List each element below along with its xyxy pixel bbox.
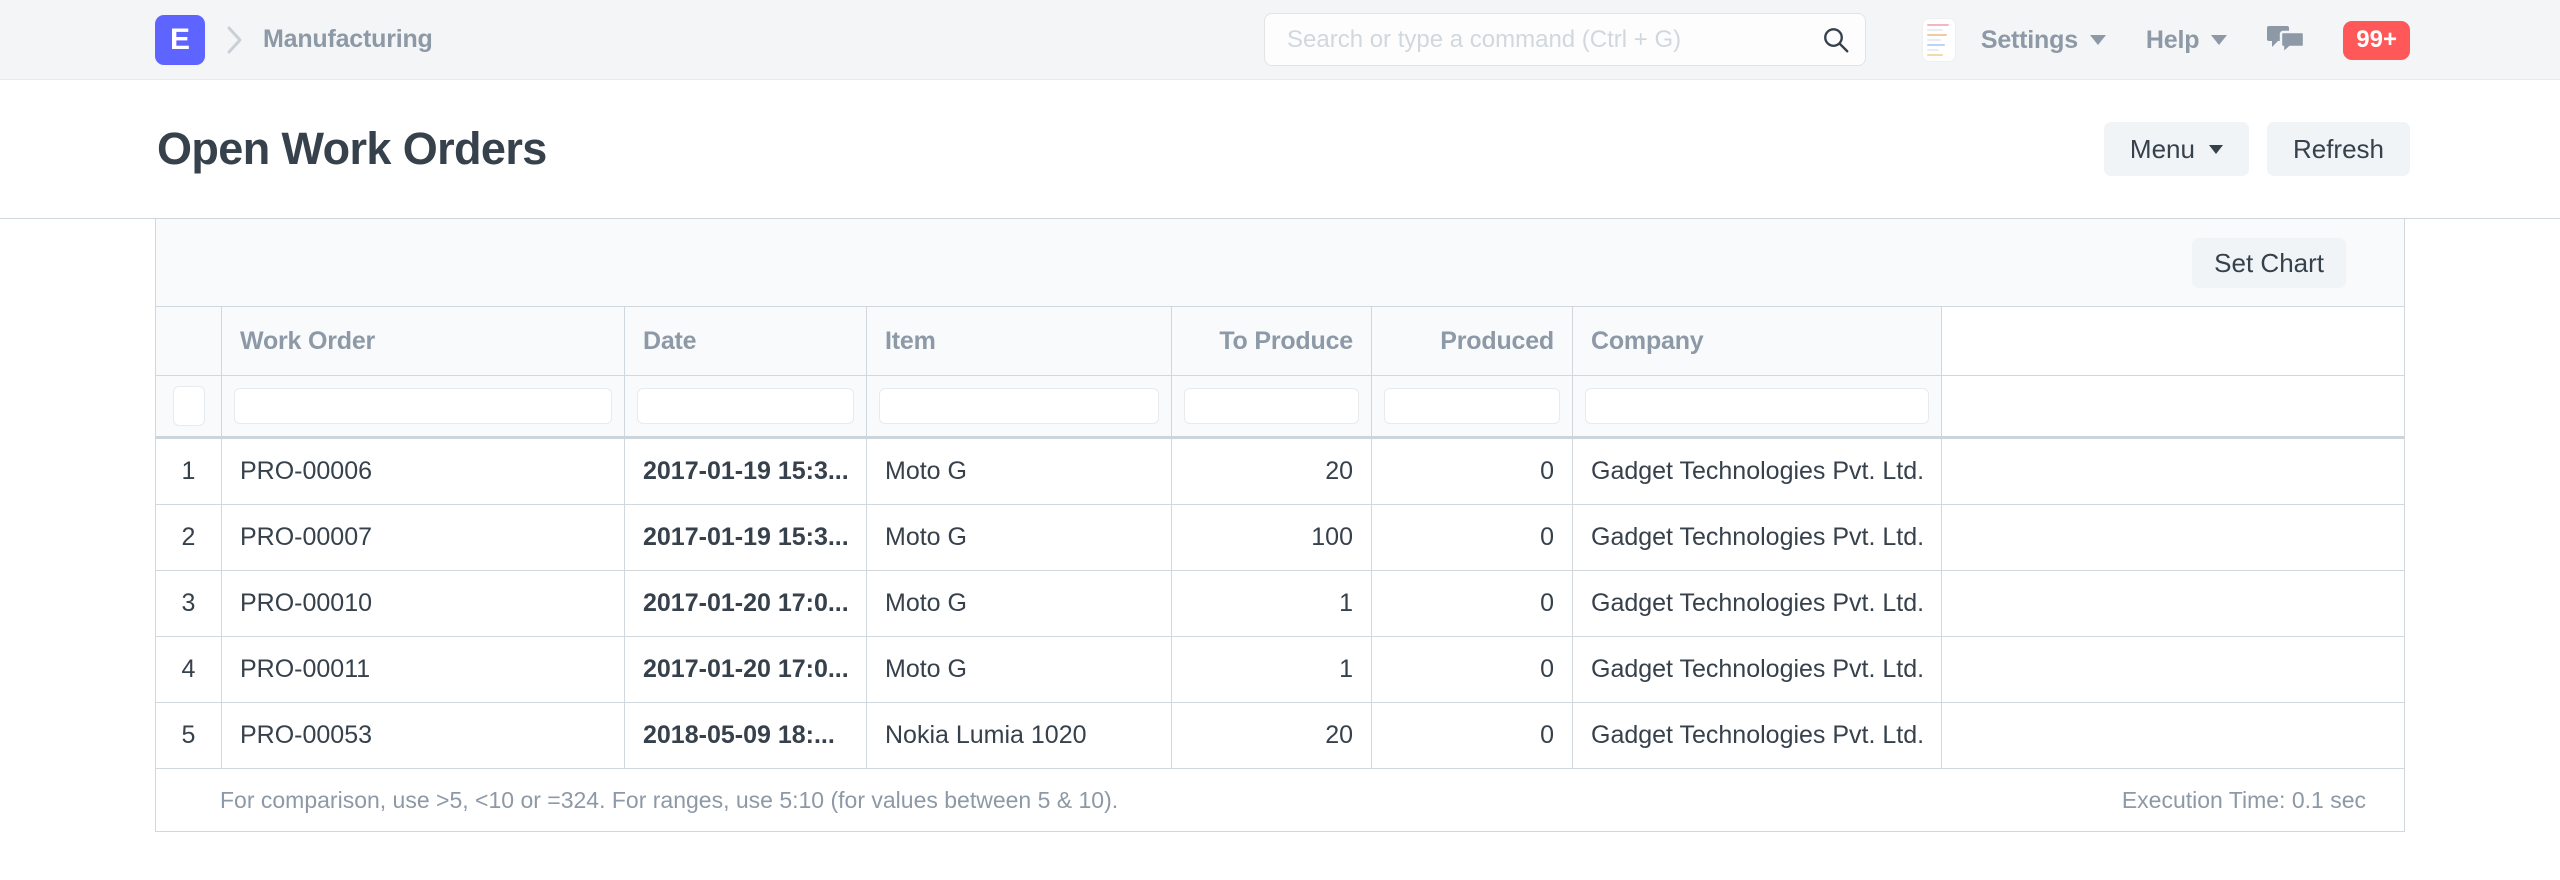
column-header-work-order[interactable]: Work Order bbox=[222, 307, 625, 375]
filter-hint-text: For comparison, use >5, <10 or =324. For… bbox=[156, 787, 1118, 814]
chevron-down-icon bbox=[2090, 35, 2106, 45]
user-avatar-thumbnail[interactable] bbox=[1923, 19, 1955, 61]
column-header-produced[interactable]: Produced bbox=[1372, 307, 1573, 375]
report-footer: For comparison, use >5, <10 or =324. For… bbox=[156, 769, 2404, 831]
breadcrumb-manufacturing[interactable]: Manufacturing bbox=[263, 25, 433, 54]
cell-work-order[interactable]: PRO-00010 bbox=[222, 571, 625, 636]
cell-index: 2 bbox=[156, 505, 222, 570]
cell-date: 2017-01-20 17:0... bbox=[625, 637, 867, 702]
cell-produced: 0 bbox=[1372, 571, 1573, 636]
column-header-blank bbox=[1942, 307, 2404, 375]
column-header-to-produce[interactable]: To Produce bbox=[1172, 307, 1372, 375]
menu-button[interactable]: Menu bbox=[2104, 122, 2249, 176]
cell-to-produce: 20 bbox=[1172, 703, 1372, 768]
cell-work-order[interactable]: PRO-00006 bbox=[222, 439, 625, 504]
page-title: Open Work Orders bbox=[0, 123, 547, 175]
cell-item[interactable]: Nokia Lumia 1020 bbox=[867, 703, 1172, 768]
cell-company[interactable]: Gadget Technologies Pvt. Ltd. bbox=[1573, 571, 1942, 636]
cell-date: 2017-01-19 15:3... bbox=[625, 505, 867, 570]
top-navbar: E Manufacturing Settings Help bbox=[0, 0, 2560, 80]
cell-to-produce: 1 bbox=[1172, 637, 1372, 702]
table-row[interactable]: 2 PRO-00007 2017-01-19 15:3... Moto G 10… bbox=[156, 505, 2404, 571]
settings-dropdown[interactable]: Settings bbox=[1981, 26, 2106, 55]
report-area: Set Chart Work Order Date Item To Produc… bbox=[0, 219, 2560, 832]
table-row[interactable]: 1 PRO-00006 2017-01-19 15:3... Moto G 20… bbox=[156, 439, 2404, 505]
cell-date: 2017-01-20 17:0... bbox=[625, 571, 867, 636]
report-toolbar: Set Chart bbox=[156, 219, 2404, 307]
cell-blank bbox=[1942, 439, 2404, 504]
page-header: Open Work Orders Menu Refresh bbox=[0, 80, 2560, 219]
table-row[interactable]: 4 PRO-00011 2017-01-20 17:0... Moto G 1 … bbox=[156, 637, 2404, 703]
global-search[interactable] bbox=[1264, 13, 1866, 66]
refresh-button[interactable]: Refresh bbox=[2267, 122, 2410, 176]
cell-company[interactable]: Gadget Technologies Pvt. Ltd. bbox=[1573, 703, 1942, 768]
cell-item[interactable]: Moto G bbox=[867, 637, 1172, 702]
cell-index: 5 bbox=[156, 703, 222, 768]
chevron-down-icon bbox=[2209, 145, 2223, 154]
column-header-index bbox=[156, 307, 222, 375]
report-container: Set Chart Work Order Date Item To Produc… bbox=[155, 219, 2405, 832]
chevron-down-icon bbox=[2211, 35, 2227, 45]
cell-work-order[interactable]: PRO-00011 bbox=[222, 637, 625, 702]
cell-produced: 0 bbox=[1372, 637, 1573, 702]
table-row[interactable]: 5 PRO-00053 2018-05-09 18:... Nokia Lumi… bbox=[156, 703, 2404, 769]
page-header-actions: Menu Refresh bbox=[2104, 122, 2410, 176]
column-header-item[interactable]: Item bbox=[867, 307, 1172, 375]
navbar-right-actions: Settings Help 99+ bbox=[1923, 0, 2410, 80]
cell-produced: 0 bbox=[1372, 439, 1573, 504]
report-grid: Work Order Date Item To Produce Produced… bbox=[156, 307, 2404, 769]
comments-icon[interactable] bbox=[2267, 23, 2305, 57]
cell-produced: 0 bbox=[1372, 703, 1573, 768]
filter-input-produced[interactable] bbox=[1384, 388, 1560, 424]
cell-date: 2017-01-19 15:3... bbox=[625, 439, 867, 504]
notification-badge[interactable]: 99+ bbox=[2343, 21, 2410, 60]
help-dropdown[interactable]: Help bbox=[2146, 26, 2227, 55]
cell-work-order[interactable]: PRO-00053 bbox=[222, 703, 625, 768]
filter-input-item[interactable] bbox=[879, 388, 1159, 424]
app-logo[interactable]: E bbox=[155, 15, 205, 65]
cell-company[interactable]: Gadget Technologies Pvt. Ltd. bbox=[1573, 505, 1942, 570]
filter-input-index[interactable] bbox=[173, 386, 205, 426]
cell-index: 1 bbox=[156, 439, 222, 504]
table-row[interactable]: 3 PRO-00010 2017-01-20 17:0... Moto G 1 … bbox=[156, 571, 2404, 637]
menu-label: Menu bbox=[2130, 136, 2195, 162]
filter-input-work-order[interactable] bbox=[234, 388, 612, 424]
filter-blank bbox=[1942, 376, 2404, 436]
cell-company[interactable]: Gadget Technologies Pvt. Ltd. bbox=[1573, 439, 1942, 504]
cell-to-produce: 20 bbox=[1172, 439, 1372, 504]
filter-input-to-produce[interactable] bbox=[1184, 388, 1359, 424]
filter-input-company[interactable] bbox=[1585, 388, 1929, 424]
cell-date: 2018-05-09 18:... bbox=[625, 703, 867, 768]
grid-header-row: Work Order Date Item To Produce Produced… bbox=[156, 307, 2404, 376]
execution-time: Execution Time: 0.1 sec bbox=[2122, 787, 2366, 814]
search-icon[interactable] bbox=[1807, 14, 1865, 65]
cell-item[interactable]: Moto G bbox=[867, 571, 1172, 636]
cell-company[interactable]: Gadget Technologies Pvt. Ltd. bbox=[1573, 637, 1942, 702]
cell-item[interactable]: Moto G bbox=[867, 439, 1172, 504]
cell-blank bbox=[1942, 571, 2404, 636]
cell-to-produce: 1 bbox=[1172, 571, 1372, 636]
chevron-right-icon bbox=[225, 24, 245, 56]
filter-input-date[interactable] bbox=[637, 388, 854, 424]
column-header-date[interactable]: Date bbox=[625, 307, 867, 375]
search-input[interactable] bbox=[1265, 26, 1807, 54]
help-label: Help bbox=[2146, 26, 2199, 55]
navbar-breadcrumb-area: E Manufacturing bbox=[0, 15, 433, 65]
grid-filter-row bbox=[156, 376, 2404, 439]
cell-blank bbox=[1942, 505, 2404, 570]
cell-to-produce: 100 bbox=[1172, 505, 1372, 570]
cell-blank bbox=[1942, 637, 2404, 702]
cell-index: 4 bbox=[156, 637, 222, 702]
cell-produced: 0 bbox=[1372, 505, 1573, 570]
settings-label: Settings bbox=[1981, 26, 2078, 55]
cell-index: 3 bbox=[156, 571, 222, 636]
column-header-company[interactable]: Company bbox=[1573, 307, 1942, 375]
cell-work-order[interactable]: PRO-00007 bbox=[222, 505, 625, 570]
cell-blank bbox=[1942, 703, 2404, 768]
set-chart-button[interactable]: Set Chart bbox=[2192, 238, 2346, 288]
cell-item[interactable]: Moto G bbox=[867, 505, 1172, 570]
